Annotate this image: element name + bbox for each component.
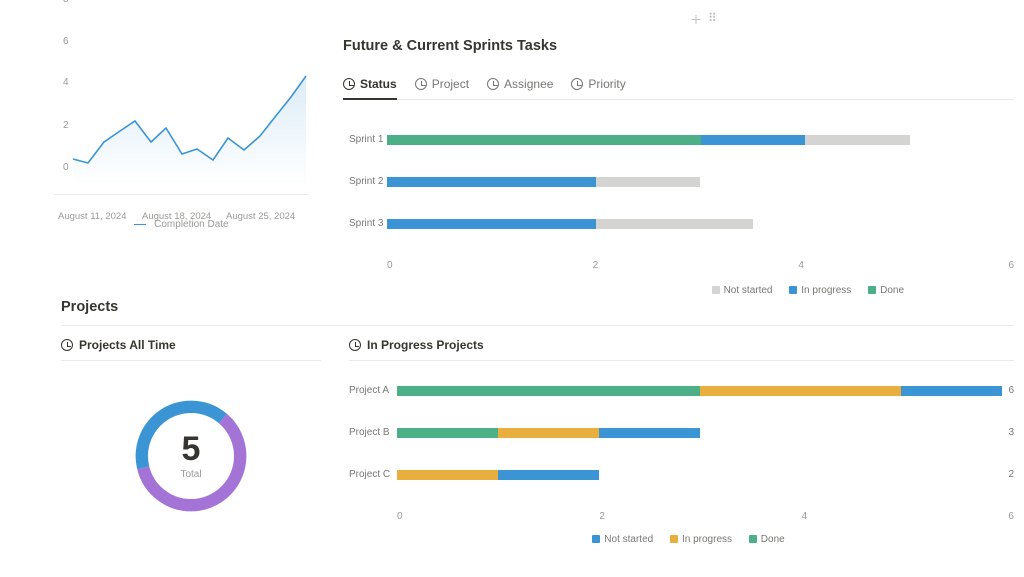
inprog-bar-row: Project C 2 <box>349 469 1014 480</box>
bar-seg-notstarted <box>901 386 1002 396</box>
sprints-bar-chart: Sprint 1 Sprint 2 Sprint 3 0 2 4 <box>343 134 1014 296</box>
tab-status[interactable]: Status <box>343 72 397 100</box>
projects-donut: 5 Total <box>126 391 256 521</box>
block-handles[interactable]: ＋ ⠿ <box>690 11 717 28</box>
bar-seg-inprogress <box>387 177 596 187</box>
inprog-bar-xaxis: 0 2 4 6 <box>349 511 1014 522</box>
legend-sw-notstarted <box>592 535 600 543</box>
inprog-title: In Progress Projects <box>349 338 1014 361</box>
bar-seg-inprogress <box>387 219 596 229</box>
bar-seg-inprogress <box>701 135 806 145</box>
projects-heading: Projects <box>61 299 1014 326</box>
sprints-bar-legend: Not started In progress Done <box>349 285 1014 296</box>
legend-sw-inprogress <box>670 535 678 543</box>
line-chart-legend: Completion Date <box>54 219 309 230</box>
bar-seg-done <box>387 135 701 145</box>
priority-icon <box>571 78 583 90</box>
sprints-bar-row: Sprint 3 <box>349 218 1014 229</box>
sprints-bar-row: Sprint 1 <box>349 134 1014 145</box>
line-chart-svg <box>68 0 308 186</box>
assignee-icon <box>487 78 499 90</box>
status-icon <box>343 78 355 90</box>
bar-seg-inprogress <box>397 470 498 480</box>
sprints-tabs: Status Project Assignee Priority <box>343 72 1014 100</box>
donut-label: Total <box>180 469 201 480</box>
sprints-panel: Future & Current Sprints Tasks Status Pr… <box>343 38 1014 296</box>
inprog-bar-row: Project B 3 <box>349 427 1014 438</box>
bar-seg-notstarted <box>805 135 910 145</box>
sprints-bar-row: Sprint 2 <box>349 176 1014 187</box>
inprog-bar-legend: Not started In progress Done <box>349 534 1014 545</box>
tab-project[interactable]: Project <box>415 72 469 100</box>
add-block-icon[interactable]: ＋ <box>690 11 702 28</box>
bar-seg-notstarted <box>596 219 753 229</box>
clock-icon <box>349 339 361 351</box>
tab-assignee[interactable]: Assignee <box>487 72 553 100</box>
sprints-bar-xaxis: 0 2 4 6 <box>349 260 1014 271</box>
line-chart: 8 6 4 2 0 August 11, 2024 August 18, 202… <box>54 0 309 225</box>
bar-seg-notstarted <box>498 470 599 480</box>
projects-alltime-panel: Projects All Time 5 Total <box>61 338 321 521</box>
donut-value: 5 <box>182 432 201 466</box>
legend-sw-notstarted <box>712 286 720 294</box>
clock-icon <box>61 339 73 351</box>
legend-sw-done <box>868 286 876 294</box>
inprog-bar-row: Project A 6 <box>349 385 1014 396</box>
legend-sw-inprogress <box>789 286 797 294</box>
tab-priority[interactable]: Priority <box>571 72 625 100</box>
project-icon <box>415 78 427 90</box>
bar-seg-inprogress <box>700 386 902 396</box>
bar-seg-inprogress <box>498 428 599 438</box>
inprogress-panel: In Progress Projects Project A 6 Project… <box>349 338 1014 545</box>
legend-line-icon <box>134 224 146 225</box>
legend-sw-done <box>749 535 757 543</box>
bar-seg-done <box>397 386 700 396</box>
sprints-title: Future & Current Sprints Tasks <box>343 38 1014 54</box>
inprog-bar-chart: Project A 6 Project B 3 Project C 2 <box>349 385 1014 545</box>
drag-handle-icon[interactable]: ⠿ <box>708 11 717 28</box>
bar-seg-done <box>397 428 498 438</box>
bar-seg-notstarted <box>599 428 700 438</box>
alltime-title: Projects All Time <box>61 338 321 361</box>
bar-seg-notstarted <box>596 177 701 187</box>
